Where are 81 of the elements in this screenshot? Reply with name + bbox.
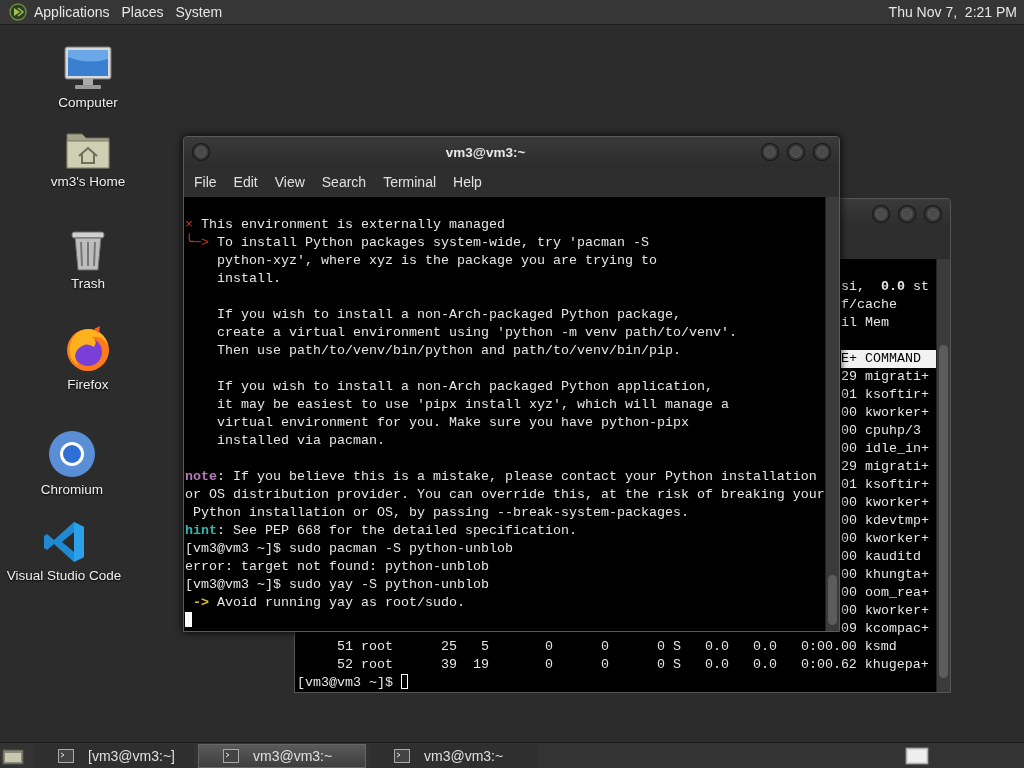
taskbar-button[interactable]: vm3@vm3:~ <box>198 743 366 768</box>
terminal-line: 01 ksoftir+ <box>841 386 930 404</box>
terminal-line: python-xyz', where xyz is the package you are trying to <box>216 253 657 268</box>
terminal-line: If you wish to install a non-Arch packaged Python application, <box>216 379 713 394</box>
terminal-line: installed via pacman. <box>216 433 385 448</box>
terminal-line: Python installation or OS, by passing --break-system-packages. <box>192 505 689 520</box>
terminal-line: 00 khungta+ <box>841 566 930 584</box>
ring-icon <box>48 430 96 478</box>
terminal-line: 00 idle_in+ <box>841 440 930 458</box>
terminal-line: 00 kworker+ <box>841 494 930 512</box>
terminal-line: 00 oom_rea+ <box>841 584 930 602</box>
terminal-line: it may be easiest to use 'pipx install xyz', which will manage a <box>216 397 729 412</box>
terminal-line: 51 root 25 5 0 0 0 S 0.0 0.0 0:00.00 ksmd <box>336 639 897 654</box>
terminal-line: virtual environment for you. Make sure you have python-pipx <box>216 415 689 430</box>
minimize-button[interactable] <box>760 142 780 162</box>
icon-label[interactable]: Chromium <box>40 482 104 497</box>
terminal-line: -> Avoid running yay as root/sudo. <box>192 595 465 610</box>
column-header: E+ COMMAND <box>841 350 936 368</box>
terminal-line: 29 migrati+ <box>841 458 930 476</box>
scrollbar[interactable] <box>825 197 839 631</box>
terminal-line: or OS distribution provider. You can override this, at the risk of breaking your <box>185 487 825 502</box>
menu-item[interactable]: View <box>267 171 313 193</box>
maximize-button[interactable] <box>897 204 917 224</box>
close-button[interactable] <box>812 142 832 162</box>
terminal-line: install. <box>216 271 281 286</box>
ribbon-icon <box>42 520 86 564</box>
icon-label[interactable]: Trash <box>71 276 105 291</box>
terminal-line: If you wish to install a non-Arch-packaged Python package, <box>216 307 681 322</box>
terminal-line: 29 migrati+ <box>841 368 930 386</box>
minimize-button[interactable] <box>871 204 891 224</box>
logo-icon[interactable] <box>9 3 27 21</box>
workspace-icon[interactable] <box>905 746 929 765</box>
terminal-icon <box>394 748 410 763</box>
terminal-line: × This environment is externally managed <box>185 217 505 232</box>
terminal-line: 00 kauditd <box>841 548 922 566</box>
scrollbar[interactable] <box>936 259 950 692</box>
menu-item[interactable]: File <box>187 171 225 193</box>
window-menu-button[interactable] <box>191 142 211 162</box>
terminal-line: 00 kdevtmp+ <box>841 512 930 530</box>
terminal-line: 00 kworker+ <box>841 530 930 548</box>
terminal-line: 00 kworker+ <box>841 602 930 620</box>
terminal-line: 09 kcompac+ <box>841 620 930 638</box>
terminal-line: error: target not found: python-unblob <box>185 559 489 574</box>
menu-item[interactable]: Terminal <box>376 171 445 193</box>
terminal-line: 01 ksoftir+ <box>841 476 930 494</box>
terminal-line: [vm3@vm3 ~]$ sudo yay -S python-unblob <box>185 577 489 592</box>
icon-label[interactable]: Firefox <box>67 377 109 392</box>
taskbar-button[interactable]: [vm3@vm3:~] <box>34 743 194 768</box>
terminal-line: ╰─> To install Python packages system-wide, try 'pacman -S <box>185 235 649 250</box>
shell-prompt: [vm3@vm3 ~]$ <box>297 675 393 690</box>
maximize-button[interactable] <box>786 142 806 162</box>
show-desktop-icon[interactable] <box>2 746 24 765</box>
flame-globe-icon <box>64 325 112 373</box>
icon-label[interactable]: vm3's Home <box>50 174 126 189</box>
panel-menu[interactable]: System <box>169 2 229 22</box>
taskbar-button[interactable]: vm3@vm3:~ <box>370 743 538 768</box>
menu-item[interactable]: Help <box>446 171 490 193</box>
terminal-line: 00 cpuhp/3 <box>841 422 922 440</box>
terminal-line: Then use path/to/venv/bin/python and path/to/venv/bin/pip. <box>216 343 681 358</box>
terminal-line: create a virtual environment using 'python -m venv path/to/venv'. <box>216 325 737 340</box>
terminal-line: 00 kworker+ <box>841 404 930 422</box>
trash-icon <box>68 228 108 272</box>
menu-item[interactable]: Search <box>314 171 375 193</box>
terminal-line: note: If you believe this is a mistake, please contact your Python installation <box>185 469 817 484</box>
terminal-line: f/cache <box>841 296 898 314</box>
panel-menu[interactable]: Applications <box>28 2 116 22</box>
monitor-icon <box>63 45 113 91</box>
clock[interactable]: Thu Nov 7, 2:21 PM <box>888 4 1024 20</box>
terminal-line: si, 0.0 st <box>841 278 930 296</box>
icon-label[interactable]: Computer <box>58 95 118 110</box>
terminal-icon <box>223 748 239 763</box>
menu-item[interactable]: Edit <box>226 171 266 193</box>
terminal-line: 52 root 39 19 0 0 0 S 0.0 0.0 0:00.62 khugepa+ <box>336 657 929 672</box>
terminal-line: hint: See PEP 668 for the detailed specification. <box>185 523 577 538</box>
icon-label[interactable]: Visual Studio Code <box>6 568 122 583</box>
window-title: vm3@vm3:~ <box>444 144 527 160</box>
terminal-line: [vm3@vm3 ~]$ sudo pacman -S python-unblob <box>185 541 513 556</box>
close-button[interactable] <box>923 204 943 224</box>
terminal-icon <box>58 748 74 763</box>
terminal-line: il Mem <box>841 314 890 332</box>
panel-menu[interactable]: Places <box>115 2 170 22</box>
